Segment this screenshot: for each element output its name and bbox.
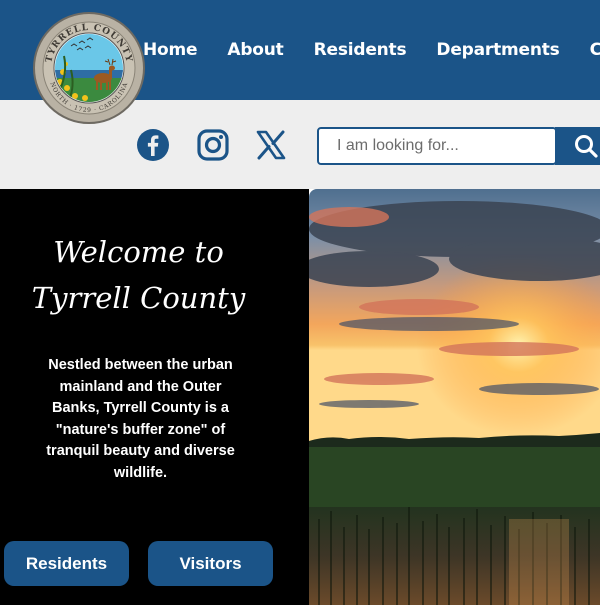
search-button[interactable] xyxy=(555,127,600,165)
county-seal-logo[interactable]: TYRRELL COUNTY NORTH · 1729 · CAROLINA xyxy=(33,12,145,124)
residents-button[interactable]: Residents xyxy=(4,541,129,586)
visitors-button[interactable]: Visitors xyxy=(148,541,273,586)
nav-item-departments[interactable]: Departments xyxy=(436,40,559,60)
hero-sunset-marsh-photo xyxy=(309,189,600,605)
county-seal-logo-graphic: TYRRELL COUNTY NORTH · 1729 · CAROLINA xyxy=(33,12,145,124)
hero-title: Welcome to Tyrrell County xyxy=(0,229,277,321)
search-field[interactable] xyxy=(317,127,557,165)
x-icon[interactable] xyxy=(253,127,289,163)
hero-description-line: Nestled between the urban xyxy=(48,357,233,373)
instagram-icon[interactable] xyxy=(195,127,231,163)
hero-description-line: "nature's buffer zone" of xyxy=(55,421,226,438)
hero-title-line-2: Tyrrell County xyxy=(31,281,246,315)
nav-item-residents[interactable]: Residents xyxy=(314,40,407,60)
top-navigation-bar: TYRRELL COUNTY NORTH · 1729 · CAROLINA H… xyxy=(0,0,600,124)
facebook-icon[interactable] xyxy=(135,127,171,163)
main-nav: Home About Residents Departments Con xyxy=(143,36,600,64)
hero-description-line: tranquil beauty and diverse xyxy=(46,443,235,460)
nav-item-about[interactable]: About xyxy=(227,40,283,60)
hero-title-line-1: Welcome to xyxy=(53,235,224,269)
hero-welcome-panel: Welcome to Tyrrell County Nestled betwee… xyxy=(0,189,309,605)
hero-description-line: wildlife. xyxy=(113,464,168,481)
nav-item-contact[interactable]: Con xyxy=(590,40,600,60)
search-input[interactable] xyxy=(337,137,555,155)
nav-item-home[interactable]: Home xyxy=(143,40,198,60)
hero-description-line: Banks, Tyrrell County is a xyxy=(51,400,229,417)
hero-description-line: mainland and the Outer xyxy=(59,378,222,395)
hero-description: Nestled between the urban mainland and t… xyxy=(28,355,253,485)
search-icon xyxy=(575,135,598,158)
